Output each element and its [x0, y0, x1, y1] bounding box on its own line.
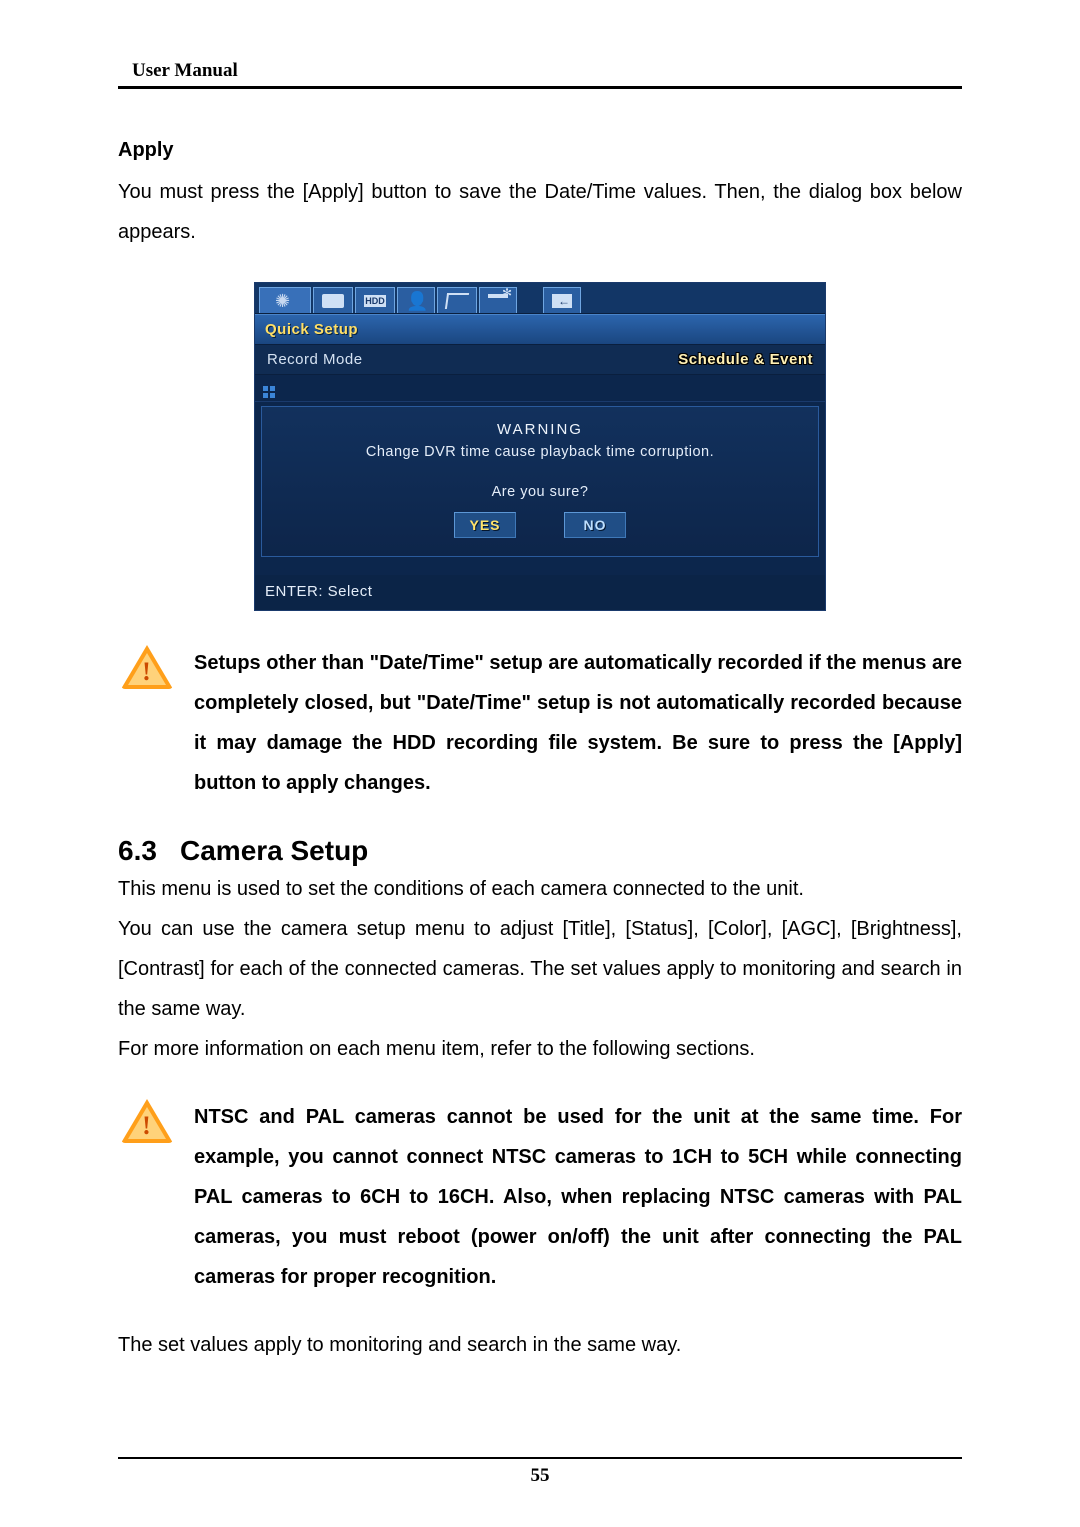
- note-2-text: NTSC and PAL cameras cannot be used for …: [194, 1097, 962, 1297]
- camera-setup-p1: This menu is used to set the conditions …: [118, 869, 962, 909]
- user-icon: 👤: [406, 293, 426, 309]
- manual-page: User Manual Apply You must press the [Ap…: [0, 0, 1080, 1527]
- confirm-question: Are you sure?: [282, 484, 798, 500]
- tab-exit[interactable]: [543, 287, 581, 313]
- network-icon: [445, 293, 469, 309]
- yes-button[interactable]: YES: [454, 512, 516, 538]
- section-number: 6.3: [118, 835, 180, 867]
- warning-message: Change DVR time cause playback time corr…: [282, 444, 798, 460]
- exit-icon: [552, 294, 572, 308]
- apply-heading: Apply: [118, 139, 962, 162]
- tab-user[interactable]: 👤: [397, 287, 435, 313]
- note-1-text: Setups other than "Date/Time" setup are …: [194, 643, 962, 803]
- dvr-title: Quick Setup: [255, 314, 825, 345]
- warning-icon: !: [118, 1097, 176, 1297]
- tab-quicksetup[interactable]: ✺: [259, 287, 311, 313]
- dvr-screenshot: ✺ HDD 👤 Quick Setup Record Mode Schedule…: [118, 282, 962, 611]
- record-mode-label: Record Mode: [267, 351, 363, 368]
- section-title: Camera Setup: [180, 835, 368, 866]
- warning-dialog: WARNING Change DVR time cause playback t…: [261, 406, 819, 557]
- dvr-tabbar: ✺ HDD 👤: [255, 283, 825, 314]
- record-mode-value: Schedule & Event: [678, 351, 813, 368]
- note-block-1: ! Setups other than "Date/Time" setup ar…: [118, 643, 962, 803]
- camera-setup-p3: For more information on each menu item, …: [118, 1029, 962, 1069]
- note-block-2: ! NTSC and PAL cameras cannot be used fo…: [118, 1097, 962, 1297]
- record-mode-row: Record Mode Schedule & Event: [255, 345, 825, 375]
- grid-icon: [263, 386, 275, 398]
- tab-network[interactable]: [437, 287, 477, 313]
- page-number: 55: [118, 1457, 962, 1487]
- tab-camera[interactable]: [313, 287, 353, 313]
- hdd-icon: HDD: [364, 295, 386, 307]
- tab-system[interactable]: [479, 287, 517, 313]
- system-icon: [488, 294, 508, 308]
- dvr-footer-hint: ENTER: Select: [255, 575, 825, 610]
- dvr-preview-strip: [255, 375, 825, 402]
- page-header: User Manual: [118, 60, 962, 89]
- no-button[interactable]: NO: [564, 512, 626, 538]
- dvr-window: ✺ HDD 👤 Quick Setup Record Mode Schedule…: [254, 282, 826, 611]
- tab-hdd[interactable]: HDD: [355, 287, 395, 313]
- camera-icon: [322, 294, 344, 308]
- warning-title: WARNING: [282, 421, 798, 438]
- section-6-3-heading: 6.3Camera Setup: [118, 835, 962, 867]
- camera-setup-p2: You can use the camera setup menu to adj…: [118, 909, 962, 1029]
- camera-setup-p4: The set values apply to monitoring and s…: [118, 1325, 962, 1365]
- warning-icon: !: [118, 643, 176, 803]
- gear-icon: ✺: [275, 293, 295, 309]
- apply-paragraph: You must press the [Apply] button to sav…: [118, 172, 962, 252]
